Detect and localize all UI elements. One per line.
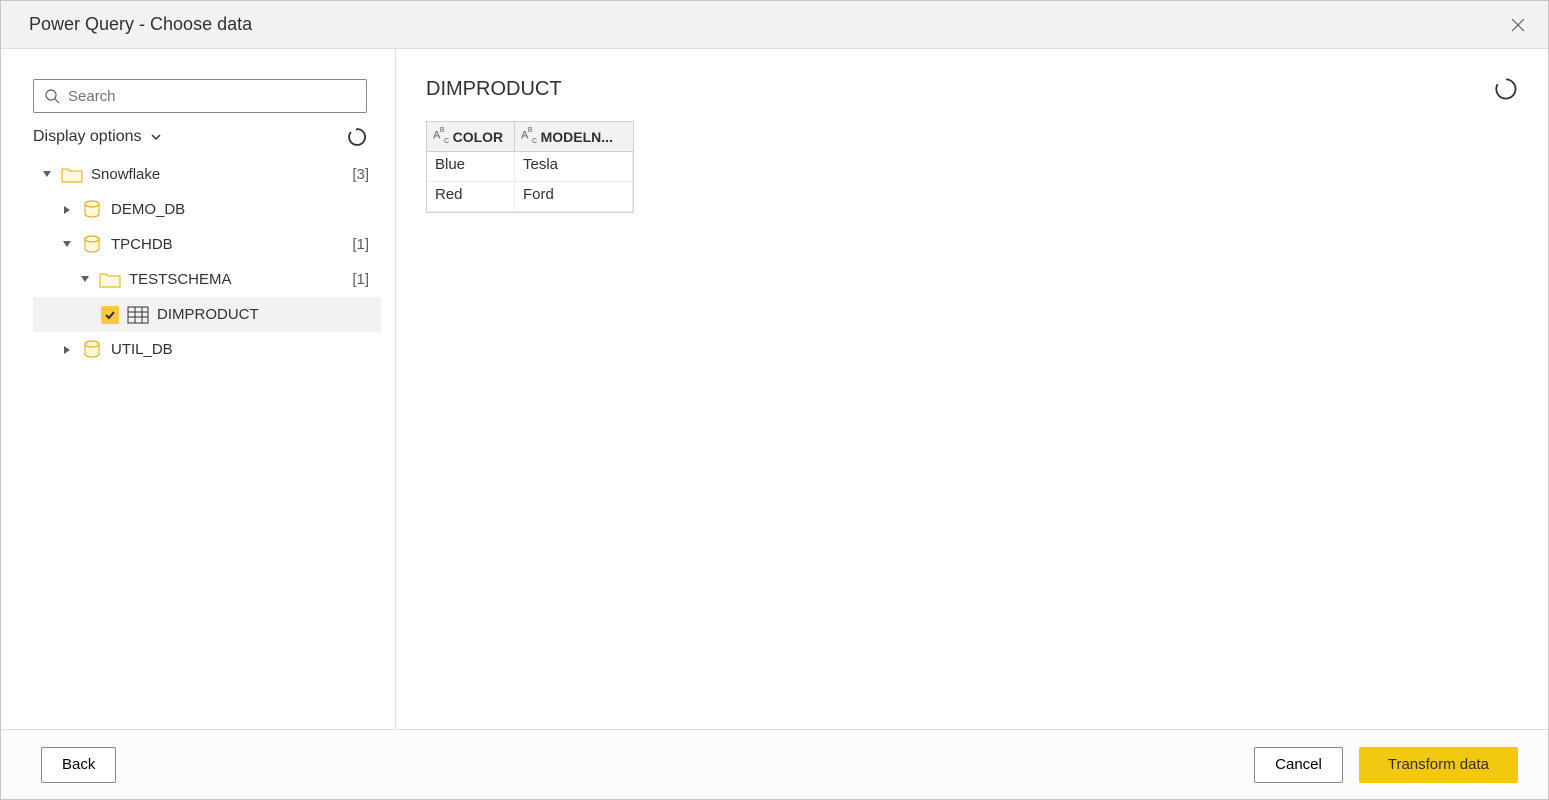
column-header-modelname[interactable]: ABC MODELN... <box>515 122 633 151</box>
cell-model: Ford <box>515 182 633 211</box>
tree-count: [3] <box>352 166 369 183</box>
caret-right-icon[interactable] <box>61 346 73 354</box>
footer-right: Cancel Transform data <box>1254 747 1518 783</box>
folder-icon <box>99 269 121 291</box>
preview-pane: DIMPRODUCT ABC COLOR ABC MODELN... <box>396 49 1548 729</box>
grid-header: ABC COLOR ABC MODELN... <box>427 122 633 152</box>
database-icon <box>81 339 103 361</box>
tree-node-tpchdb[interactable]: TPCHDB [1] <box>33 227 381 262</box>
column-label: MODELN... <box>541 129 613 145</box>
caret-down-icon[interactable] <box>41 171 53 179</box>
transform-data-button[interactable]: Transform data <box>1359 747 1518 783</box>
cell-color: Blue <box>427 152 515 181</box>
tree-label: DIMPRODUCT <box>157 306 369 323</box>
grid-body: Blue Tesla Red Ford <box>427 152 633 212</box>
tree-label: DEMO_DB <box>111 201 369 218</box>
preview-title: DIMPRODUCT <box>426 78 562 101</box>
tree-node-util-db[interactable]: UTIL_DB <box>33 332 381 367</box>
checkbox-checked[interactable] <box>101 306 119 324</box>
search-input[interactable] <box>68 88 356 105</box>
preview-grid: ABC COLOR ABC MODELN... Blue Tesla Red <box>426 121 634 213</box>
column-label: COLOR <box>453 129 504 145</box>
table-row[interactable]: Red Ford <box>427 182 633 212</box>
table-row[interactable]: Blue Tesla <box>427 152 633 182</box>
tree-count: [1] <box>352 271 369 288</box>
titlebar: Power Query - Choose data <box>1 1 1548 49</box>
display-options-label: Display options <box>33 128 142 146</box>
database-icon <box>81 234 103 256</box>
refresh-icon[interactable] <box>1494 77 1518 101</box>
preview-header: DIMPRODUCT <box>426 69 1518 109</box>
database-icon <box>81 199 103 221</box>
folder-icon <box>61 164 83 186</box>
back-button[interactable]: Back <box>41 747 116 783</box>
display-options-dropdown[interactable]: Display options <box>33 128 162 146</box>
tree-count: [1] <box>352 236 369 253</box>
dialog-body: Display options <box>1 49 1548 729</box>
caret-right-icon[interactable] <box>61 206 73 214</box>
close-icon <box>1511 18 1525 32</box>
refresh-icon[interactable] <box>347 127 367 147</box>
footer: Back Cancel Transform data <box>1 729 1548 799</box>
caret-down-icon[interactable] <box>79 276 91 284</box>
cell-model: Tesla <box>515 152 633 181</box>
text-type-icon: ABC <box>433 129 449 144</box>
tree-label: UTIL_DB <box>111 341 369 358</box>
close-button[interactable] <box>1502 9 1534 41</box>
tree-label: TPCHDB <box>111 236 344 253</box>
table-icon <box>127 304 149 326</box>
cell-color: Red <box>427 182 515 211</box>
caret-down-icon[interactable] <box>61 241 73 249</box>
tree-node-snowflake[interactable]: Snowflake [3] <box>33 157 381 192</box>
tree-node-testschema[interactable]: TESTSCHEMA [1] <box>33 262 381 297</box>
cancel-button[interactable]: Cancel <box>1254 747 1343 783</box>
dialog-title: Power Query - Choose data <box>29 14 252 35</box>
column-header-color[interactable]: ABC COLOR <box>427 122 515 151</box>
tree-label: Snowflake <box>91 166 344 183</box>
search-box[interactable] <box>33 79 367 113</box>
tree-label: TESTSCHEMA <box>129 271 344 288</box>
navigator-pane: Display options <box>1 49 396 729</box>
display-options-row: Display options <box>33 127 367 147</box>
navigator-tree: Snowflake [3] DEMO_DB <box>33 157 381 367</box>
tree-node-demo-db[interactable]: DEMO_DB <box>33 192 381 227</box>
chevron-down-icon <box>150 131 162 143</box>
search-icon <box>44 88 60 104</box>
text-type-icon: ABC <box>521 129 537 144</box>
power-query-dialog: Power Query - Choose data Display option… <box>0 0 1549 800</box>
tree-node-dimproduct[interactable]: DIMPRODUCT <box>33 297 381 332</box>
